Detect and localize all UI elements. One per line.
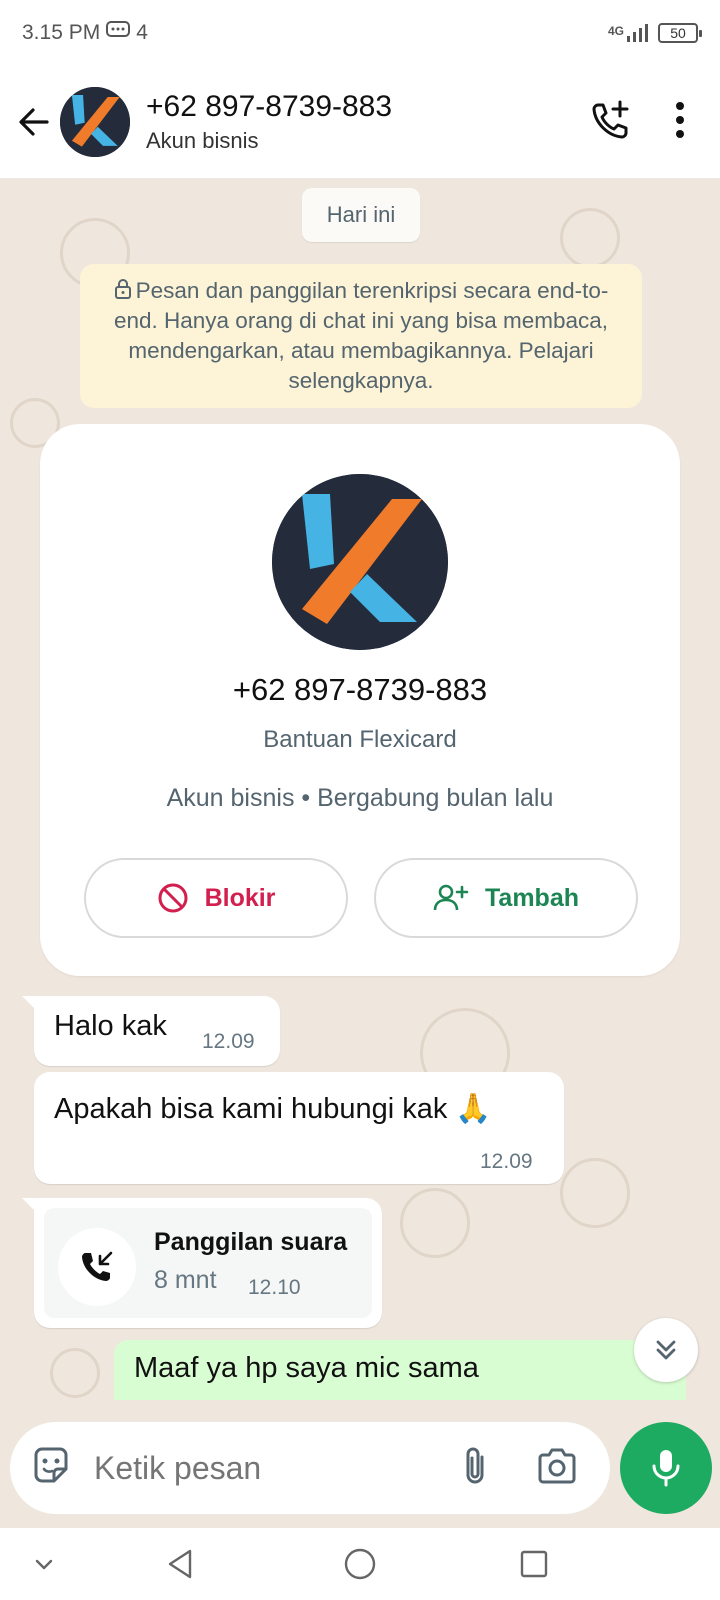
encryption-notice[interactable]: Pesan dan panggilan terenkripsi secara e… [80, 264, 642, 408]
nav-hide-button[interactable] [22, 1542, 66, 1586]
signal-icon: 4G [608, 24, 648, 42]
status-time: 3.15 PM [22, 21, 101, 44]
message-text: Apakah bisa kami hubungi kak 🙏 [54, 1093, 492, 1125]
chat-area[interactable]: Hari ini Pesan dan panggilan terenkripsi… [0, 178, 720, 1410]
flexicard-logo-icon [60, 87, 130, 157]
back-button[interactable] [14, 102, 54, 142]
camera-button[interactable] [536, 1447, 578, 1490]
double-chevron-down-icon [656, 1340, 676, 1360]
battery-level: 50 [670, 25, 686, 41]
voice-call-message[interactable]: Panggilan suara 8 mnt 12.10 [22, 1198, 382, 1328]
add-person-icon [433, 884, 469, 911]
contact-title: +62 897-8739-883 [146, 90, 393, 123]
battery-icon: 50 [658, 23, 702, 43]
incoming-message[interactable]: Apakah bisa kami hubungi kak 🙏 12.09 [34, 1072, 564, 1184]
attach-button[interactable] [460, 1445, 490, 1492]
system-nav-bar [0, 1528, 720, 1600]
chevron-down-icon [35, 1559, 53, 1570]
message-time: 12.09 [202, 1030, 255, 1053]
square-recents-icon [520, 1550, 548, 1578]
lock-icon [114, 279, 131, 299]
contact-subtitle: Akun bisnis [146, 128, 259, 153]
message-text: Halo kak [54, 1010, 167, 1042]
call-summary[interactable]: Panggilan suara 8 mnt 12.10 [44, 1208, 372, 1318]
status-left: 3.15 PM 4 [22, 20, 148, 46]
circle-home-icon [344, 1548, 376, 1580]
date-chip: Hari ini [302, 188, 420, 242]
chat-header: +62 897-8739-883 Akun bisnis [0, 66, 720, 178]
scroll-to-bottom-button[interactable] [634, 1318, 698, 1382]
sticker-icon [34, 1447, 68, 1482]
paperclip-icon [466, 1447, 484, 1483]
header-actions [590, 99, 706, 146]
card-phone: +62 897-8739-883 [232, 672, 488, 707]
business-avatar[interactable] [272, 474, 448, 650]
camera-icon [538, 1448, 576, 1483]
business-profile-card: +62 897-8739-883 Bantuan Flexicard Akun … [40, 424, 680, 976]
notification-count: 4 [136, 21, 148, 44]
add-label: Tambah [485, 883, 579, 912]
voice-record-button[interactable] [620, 1422, 712, 1514]
incoming-message[interactable]: Halo kak 12.09 [22, 996, 280, 1066]
kebab-menu-icon [676, 101, 684, 138]
nav-home-button[interactable] [338, 1542, 382, 1586]
nav-back-button[interactable] [158, 1542, 202, 1586]
wallpaper-doodle [400, 1188, 470, 1258]
call-title: Panggilan suara [154, 1228, 348, 1256]
message-input[interactable] [94, 1449, 414, 1487]
wallpaper-doodle [560, 1158, 630, 1228]
network-type: 4G [607, 24, 624, 38]
composer-icons [460, 1445, 590, 1492]
call-icon-circle [58, 1228, 136, 1306]
outgoing-message[interactable]: Maaf ya hp saya mic sama [114, 1340, 686, 1400]
block-button[interactable]: Blokir [84, 858, 348, 938]
message-time: 12.09 [480, 1150, 533, 1173]
microphone-icon [652, 1450, 680, 1487]
nav-recents-button[interactable] [512, 1542, 556, 1586]
status-bar: 3.15 PM 4 4G 50 [0, 0, 720, 66]
sticker-button[interactable] [30, 1445, 72, 1492]
call-duration: 8 mnt [154, 1266, 217, 1294]
back-arrow-icon [19, 108, 49, 136]
block-icon [158, 883, 188, 913]
add-contact-button[interactable]: Tambah [374, 858, 638, 938]
call-time: 12.10 [248, 1276, 301, 1299]
wallpaper-doodle [560, 208, 620, 268]
message-text: Maaf ya hp saya mic sama [134, 1352, 479, 1384]
card-business-name: Bantuan Flexicard [263, 726, 457, 753]
status-right: 4G 50 [608, 23, 702, 43]
header-text[interactable]: +62 897-8739-883 Akun bisnis [146, 90, 392, 154]
encryption-notice-text: Pesan dan panggilan terenkripsi secara e… [113, 278, 609, 393]
triangle-back-icon [168, 1549, 192, 1579]
add-call-button[interactable] [590, 99, 632, 146]
flexicard-logo-icon [272, 474, 448, 650]
wallpaper-doodle [50, 1348, 100, 1398]
contact-avatar[interactable] [60, 87, 130, 157]
incoming-call-icon [82, 1251, 113, 1281]
message-notification-icon [106, 20, 131, 46]
message-composer [10, 1422, 610, 1514]
block-label: Blokir [204, 883, 276, 912]
more-options-button[interactable] [674, 101, 686, 144]
phone-plus-icon [592, 100, 629, 138]
card-meta: Akun bisnis • Bergabung bulan lalu [166, 784, 554, 812]
